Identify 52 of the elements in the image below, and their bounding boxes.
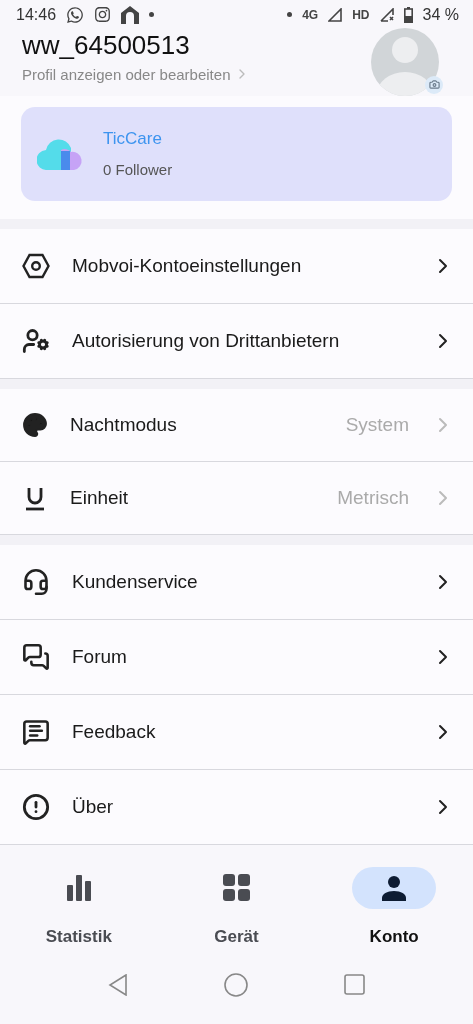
settings-row[interactable]: Mobvoi-Kontoeinstellungen: [0, 228, 473, 304]
follower-count: 0 Follower: [103, 161, 173, 178]
network-type: 4G: [302, 7, 319, 22]
whatsapp-icon: [66, 5, 85, 24]
nav-tab[interactable]: Statistik: [0, 866, 158, 954]
hd-label: HD: [352, 7, 370, 22]
nav-tab[interactable]: Konto: [315, 866, 473, 954]
headset-icon: [22, 567, 50, 596]
row-label: Einheit: [70, 486, 130, 509]
cloud-logo-icon: [37, 137, 83, 170]
recents-icon[interactable]: [344, 974, 365, 996]
nav-tab[interactable]: Gerät: [157, 866, 316, 954]
no-signal-icon: [379, 7, 394, 22]
message-icon: [22, 717, 50, 746]
settings-row[interactable]: Über: [0, 769, 473, 845]
home-icon[interactable]: [224, 972, 248, 997]
hexagon-icon: [22, 252, 50, 279]
notification-dot: [287, 12, 293, 18]
settings-row[interactable]: Feedback: [0, 694, 473, 770]
user-name: ww_64500513: [22, 29, 191, 60]
back-icon[interactable]: [108, 973, 128, 996]
instagram-icon: [94, 6, 112, 24]
camera-badge[interactable]: [425, 75, 443, 94]
community-title: TicCare: [103, 129, 163, 149]
bar-chart-icon: [66, 874, 91, 901]
settings-row[interactable]: Autorisierung von Drittanbietern: [0, 303, 473, 379]
settings-row[interactable]: Einheit Metrisch: [0, 461, 473, 535]
settings-row[interactable]: Kundenservice: [0, 544, 473, 620]
clock-time: 14:46: [16, 5, 57, 24]
user-gear-icon: [22, 326, 50, 355]
notification-dot: [149, 12, 155, 18]
row-label: Nachtmodus: [70, 413, 178, 436]
house-icon: [121, 5, 140, 24]
signal-icon: [328, 7, 343, 22]
row-value: Metrisch: [337, 486, 409, 509]
settings-row[interactable]: Forum: [0, 619, 473, 695]
palette-icon: [22, 411, 48, 438]
row-label: Forum: [72, 645, 128, 668]
grid-icon: [223, 874, 250, 902]
row-label: Feedback: [72, 720, 157, 743]
row-label: Über: [72, 795, 115, 818]
row-label: Mobvoi-Kontoeinstellungen: [72, 254, 303, 277]
chat-bubbles-icon: [22, 642, 50, 671]
row-value: System: [345, 413, 409, 436]
row-label: Autorisierung von Drittanbietern: [72, 329, 341, 352]
battery-icon: [403, 6, 413, 23]
community-card[interactable]: TicCare 0 Follower: [21, 106, 452, 201]
battery-percent: 34 %: [422, 5, 459, 24]
settings-row[interactable]: Nachtmodus System: [0, 388, 473, 462]
info-alert-icon: [22, 792, 50, 821]
row-label: Kundenservice: [72, 570, 199, 593]
person-icon: [381, 874, 408, 901]
